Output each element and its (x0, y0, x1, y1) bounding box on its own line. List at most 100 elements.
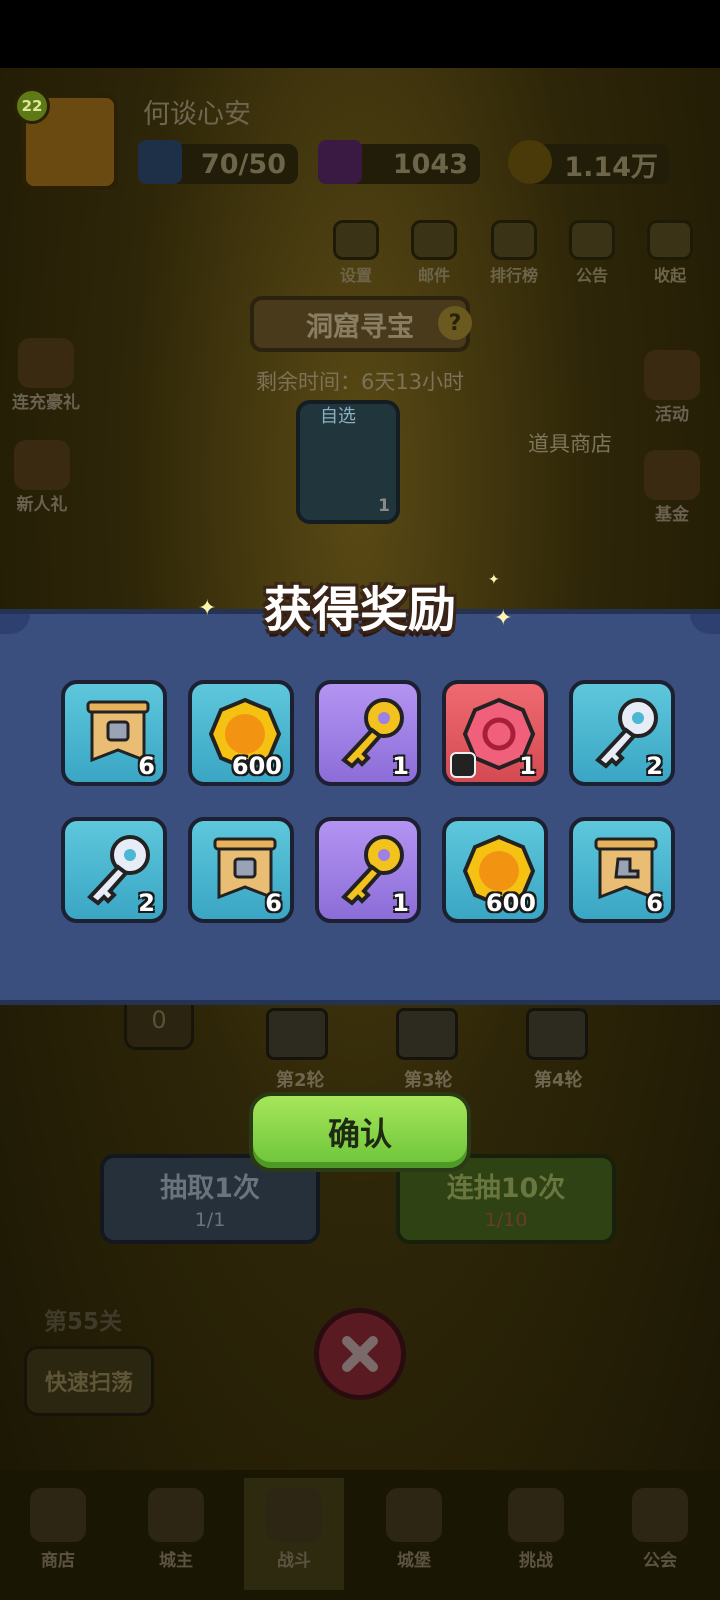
reward-quantity: 600 (485, 889, 536, 917)
collapse-button[interactable]: 收起 (640, 220, 700, 285)
nav-lord[interactable]: 城主 (126, 1488, 226, 1571)
shop-icon (30, 1488, 86, 1542)
sparkle-icon: ✦ (494, 606, 513, 631)
nav-battle[interactable]: 战斗 (244, 1478, 344, 1590)
reward-item[interactable]: 600 (442, 817, 548, 923)
collapse-label: 收起 (653, 266, 686, 285)
gem-value: 1043 (392, 148, 468, 180)
confirm-label: 确认 (327, 1115, 392, 1153)
help-icon[interactable]: ? (438, 306, 472, 340)
lord-icon (148, 1488, 204, 1542)
gem-counter[interactable]: 1043 (318, 140, 480, 184)
nav-challenge[interactable]: 挑战 (486, 1488, 586, 1571)
announcement-label: 公告 (575, 266, 608, 285)
reward-item[interactable]: 6 (188, 817, 294, 923)
select-label: 自选 (320, 406, 356, 427)
nav-castle-label: 城堡 (397, 1551, 431, 1571)
collapse-icon (647, 220, 693, 260)
event-title: 洞窟寻宝 (250, 296, 470, 352)
reward-quantity: 6 (646, 889, 663, 917)
fund-button[interactable]: 基金 (632, 450, 712, 525)
sparkle-icon: ✦ (198, 596, 217, 621)
leaderboard-label: 排行榜 (489, 266, 538, 285)
event-title-text: 洞窟寻宝 (306, 311, 414, 343)
battle-icon (266, 1488, 322, 1542)
gift-icon (18, 338, 74, 388)
panel-corner-decoration (690, 614, 720, 634)
draw-once-count: 1/1 (194, 1209, 226, 1231)
reward-item[interactable]: 600 (188, 680, 294, 786)
nav-guild[interactable]: 公会 (610, 1488, 710, 1571)
quick-sweep-button[interactable]: 快速扫荡 (24, 1346, 154, 1416)
nav-challenge-label: 挑战 (519, 1551, 553, 1571)
round-2-chest (266, 1008, 328, 1060)
reward-item[interactable]: 6 (61, 680, 167, 786)
leaderboard-button[interactable]: 排行榜 (484, 220, 544, 285)
status-bar-area (0, 0, 720, 68)
reward-quantity: 1 (392, 752, 409, 780)
confirm-button[interactable]: 确认 (249, 1092, 471, 1172)
reward-grid: 6 600 1 1 2 2 6 1 600 6 (61, 680, 681, 923)
dialog-title: 获得奖励 (263, 582, 456, 638)
player-name: 何谈心安 (143, 99, 251, 130)
settings-button[interactable]: 设置 (326, 220, 386, 285)
gear-icon (333, 220, 379, 260)
reward-quantity: 2 (646, 752, 663, 780)
event-button[interactable]: 活动 (632, 350, 712, 425)
castle-icon (386, 1488, 442, 1542)
gold-coin-icon (508, 140, 552, 184)
newbie-gift-button[interactable]: 新人礼 (2, 440, 82, 515)
panel-corner-decoration (0, 614, 30, 634)
reward-item[interactable]: 6 (569, 817, 675, 923)
chest-count: 1 (378, 496, 390, 516)
settings-label: 设置 (339, 266, 372, 285)
nav-castle[interactable]: 城堡 (364, 1488, 464, 1571)
nav-shop[interactable]: 商店 (8, 1488, 108, 1571)
newbie-gift-label: 新人礼 (16, 495, 68, 515)
nav-guild-label: 公会 (643, 1551, 677, 1571)
reward-quantity: 6 (265, 889, 282, 917)
fund-icon (644, 450, 700, 500)
quick-sweep-label: 快速扫荡 (44, 1371, 133, 1396)
reward-quantity: 2 (138, 889, 155, 917)
mail-label: 邮件 (417, 266, 450, 285)
newbie-gift-icon (14, 440, 70, 490)
pickaxe-icon (450, 752, 476, 778)
guild-icon (632, 1488, 688, 1542)
energy-value: 70/50 (200, 148, 286, 180)
close-button[interactable] (314, 1308, 406, 1400)
reward-item[interactable]: 1 (442, 680, 548, 786)
recharge-gift-button[interactable]: 连充豪礼 (6, 338, 86, 413)
nav-lord-label: 城主 (159, 1551, 193, 1571)
reward-quantity: 600 (231, 752, 282, 780)
megaphone-icon (569, 220, 615, 260)
mail-button[interactable]: 邮件 (404, 220, 464, 285)
mail-icon (411, 220, 457, 260)
selectable-chest[interactable]: 自选 1 (296, 400, 400, 524)
remaining-time: 剩余时间：6天13小时 (255, 370, 465, 394)
nav-shop-label: 商店 (41, 1551, 75, 1571)
energy-counter[interactable]: 70/50 (138, 140, 298, 184)
reward-item[interactable]: 2 (61, 817, 167, 923)
announcement-button[interactable]: 公告 (562, 220, 622, 285)
round-4-label: 第4轮 (534, 1070, 583, 1091)
event-icon (644, 350, 700, 400)
reward-quantity: 1 (519, 752, 536, 780)
reward-item[interactable]: 1 (315, 680, 421, 786)
round-4-chest (526, 1008, 588, 1060)
reward-quantity: 6 (138, 752, 155, 780)
draw-ten-count: 1/10 (484, 1209, 528, 1231)
item-shop-button[interactable]: 道具商店 (528, 428, 612, 458)
leaderboard-icon (491, 220, 537, 260)
recharge-gift-label: 连充豪礼 (12, 393, 80, 413)
gem-icon (318, 140, 362, 184)
stage-label: 第55关 (44, 1309, 123, 1335)
sparkle-icon: ✦ (488, 572, 500, 588)
reward-item[interactable]: 1 (315, 817, 421, 923)
reward-item[interactable]: 2 (569, 680, 675, 786)
fund-label: 基金 (655, 505, 689, 525)
nav-battle-label: 战斗 (277, 1551, 311, 1571)
lightning-icon (138, 140, 182, 184)
reward-quantity: 1 (392, 889, 409, 917)
gold-counter[interactable]: 1.14万 (508, 140, 670, 184)
